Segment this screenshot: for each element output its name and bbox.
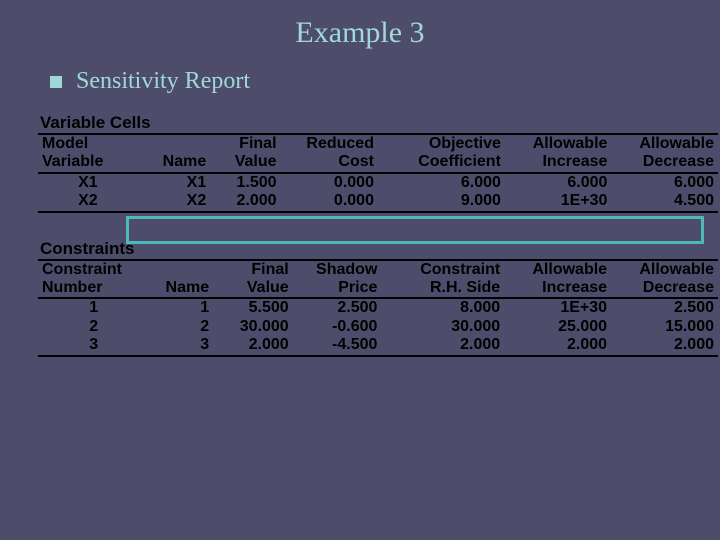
constraints-head: Constraint Final Shadow Constraint Allow… — [38, 260, 718, 299]
th: Allowable — [611, 134, 718, 153]
cell: X2 — [38, 192, 138, 211]
th: Cost — [281, 153, 378, 172]
cell: 6.000 — [611, 173, 718, 192]
section-label-variable-cells: Variable Cells — [40, 113, 700, 133]
subtitle-row: Sensitivity Report — [50, 68, 700, 95]
table-row: 2 2 30.000 -0.600 30.000 25.000 15.000 — [38, 318, 718, 336]
th: Coefficient — [387, 153, 505, 172]
th: Shadow — [293, 260, 382, 279]
cell: X1 — [138, 173, 211, 192]
th — [149, 260, 213, 279]
page-title: Example 3 — [20, 16, 700, 50]
th: Increase — [505, 153, 612, 172]
cell: 2.000 — [390, 336, 504, 355]
cell: 0.000 — [281, 192, 378, 211]
cell: 1E+30 — [504, 298, 611, 317]
cell: -0.600 — [293, 318, 382, 336]
cell: X2 — [138, 192, 211, 211]
constraints-table: Constraint Final Shadow Constraint Allow… — [38, 259, 718, 357]
table-row: X2 X2 2.000 0.000 9.000 1E+30 4.500 — [38, 192, 718, 211]
cell: 2.500 — [293, 298, 382, 317]
subtitle: Sensitivity Report — [76, 68, 250, 95]
cell: 1 — [149, 298, 213, 317]
th: Value — [210, 153, 280, 172]
cell: X1 — [38, 173, 138, 192]
th: Constraint — [38, 260, 149, 279]
slide: Example 3 Sensitivity Report Variable Ce… — [0, 0, 720, 540]
table-row: 3 3 2.000 -4.500 2.000 2.000 2.000 — [38, 336, 718, 355]
cell: -4.500 — [293, 336, 382, 355]
cell: 8.000 — [390, 298, 504, 317]
th: Number — [38, 279, 149, 298]
th: Allowable — [611, 260, 718, 279]
th: Decrease — [611, 279, 718, 298]
th: Constraint — [390, 260, 504, 279]
th: Final — [213, 260, 293, 279]
cell: 0.000 — [281, 173, 378, 192]
th: Allowable — [504, 260, 611, 279]
cell: 30.000 — [213, 318, 293, 336]
th: R.H. Side — [390, 279, 504, 298]
variable-cells-head: Model Final Reduced Objective Allowable … — [38, 134, 718, 173]
th — [138, 134, 211, 153]
cell: 2.500 — [611, 298, 718, 317]
cell: 1.500 — [210, 173, 280, 192]
cell: 2.000 — [504, 336, 611, 355]
cell: 25.000 — [504, 318, 611, 336]
cell: 6.000 — [387, 173, 505, 192]
cell: 3 — [38, 336, 149, 355]
cell: 30.000 — [390, 318, 504, 336]
cell: 2 — [38, 318, 149, 336]
cell: 15.000 — [611, 318, 718, 336]
cell: 1 — [38, 298, 149, 317]
cell: 6.000 — [505, 173, 612, 192]
cell: 2.000 — [213, 336, 293, 355]
variable-cells-table: Model Final Reduced Objective Allowable … — [38, 133, 718, 213]
th: Price — [293, 279, 382, 298]
th: Final — [210, 134, 280, 153]
th: Objective — [387, 134, 505, 153]
th: Increase — [504, 279, 611, 298]
table-row: X1 X1 1.500 0.000 6.000 6.000 6.000 — [38, 173, 718, 192]
th: Model — [38, 134, 138, 153]
cell: 4.500 — [611, 192, 718, 211]
cell: 2.000 — [611, 336, 718, 355]
th: Value — [213, 279, 293, 298]
table-row: 1 1 5.500 2.500 8.000 1E+30 2.500 — [38, 298, 718, 317]
th: Allowable — [505, 134, 612, 153]
bullet-icon — [50, 76, 62, 88]
th: Name — [149, 279, 213, 298]
th: Name — [138, 153, 211, 172]
th: Reduced — [281, 134, 378, 153]
cell: 3 — [149, 336, 213, 355]
th: Decrease — [611, 153, 718, 172]
th: Variable — [38, 153, 138, 172]
cell: 5.500 — [213, 298, 293, 317]
cell: 1E+30 — [505, 192, 612, 211]
cell: 9.000 — [387, 192, 505, 211]
cell: 2.000 — [210, 192, 280, 211]
cell: 2 — [149, 318, 213, 336]
section-label-constraints: Constraints — [40, 239, 700, 259]
